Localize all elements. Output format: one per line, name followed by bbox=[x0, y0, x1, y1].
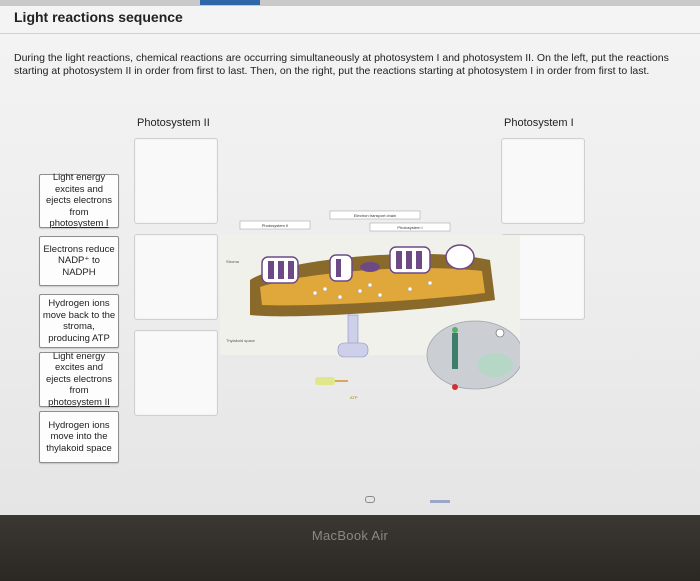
thylakoid-space-label: Thylakoid space bbox=[226, 338, 256, 343]
laptop-brand-label: MacBook Air bbox=[311, 528, 389, 543]
atp-label: ATP bbox=[350, 395, 358, 400]
card-text: Light energy excites and ejects electron… bbox=[45, 350, 112, 397]
card-text-underlined: photosystem II bbox=[48, 396, 110, 408]
reaction-card-electrons-reduce-nadp[interactable]: Electrons reduce NADP⁺ to NADPH bbox=[39, 236, 119, 286]
photosystem-i-column-title: Photosystem I bbox=[504, 117, 574, 129]
photosystem-i-complex bbox=[389, 246, 431, 274]
instructions-text: During the light reactions, chemical rea… bbox=[14, 52, 669, 77]
laptop-bezel bbox=[0, 515, 700, 581]
etc-label: Electron transport chain bbox=[354, 213, 396, 218]
chloroplast-inset bbox=[426, 320, 520, 390]
plastocyanin bbox=[360, 262, 380, 272]
browser-top-bar bbox=[0, 0, 700, 6]
progress-dots bbox=[430, 500, 450, 503]
ps2-drop-slot-2[interactable] bbox=[134, 234, 218, 320]
stroma-label: Stroma bbox=[226, 259, 240, 264]
photosystem-ii-complex bbox=[261, 256, 299, 284]
adp-label-box bbox=[315, 377, 335, 385]
ps1-label: Photosystem I bbox=[397, 225, 422, 230]
reaction-card-hydrogen-ions-into-thylakoid[interactable]: Hydrogen ions move into the thylakoid sp… bbox=[39, 411, 119, 463]
light-reactions-diagram: Photosystem II Electron transport chain … bbox=[220, 210, 520, 400]
top-bar-accent bbox=[200, 0, 260, 5]
header-divider bbox=[0, 33, 700, 34]
ps2-drop-slot-3[interactable] bbox=[134, 330, 218, 416]
card-text: Light energy excites and ejects electron… bbox=[45, 172, 112, 218]
card-text: Electrons reduce NADP⁺ to NADPH bbox=[43, 243, 115, 278]
reaction-card-hydrogen-ions-to-stroma[interactable]: Hydrogen ions move back to the stroma, p… bbox=[39, 294, 119, 348]
card-text: Hydrogen ions move back to the stroma, p… bbox=[42, 298, 116, 344]
card-text-underlined: photosystem I bbox=[49, 218, 109, 230]
nadp-reductase bbox=[445, 244, 475, 270]
photosystem-ii-column-title: Photosystem II bbox=[137, 117, 210, 129]
reaction-card-ps2-light-energy[interactable]: Light energy excites and ejects electron… bbox=[39, 350, 119, 408]
card-text: Hydrogen ions move into the thylakoid sp… bbox=[46, 419, 112, 454]
ps2-drop-slot-1[interactable] bbox=[134, 138, 218, 224]
webcam-icon bbox=[365, 496, 375, 503]
screen: Light reactions sequence During the ligh… bbox=[0, 0, 700, 515]
cytochrome-complex bbox=[329, 254, 353, 282]
ps2-label: Photosystem II bbox=[262, 223, 288, 228]
page-title: Light reactions sequence bbox=[14, 9, 183, 25]
reaction-card-ps1-light-energy[interactable]: Light energy excites and ejects electron… bbox=[39, 172, 119, 230]
